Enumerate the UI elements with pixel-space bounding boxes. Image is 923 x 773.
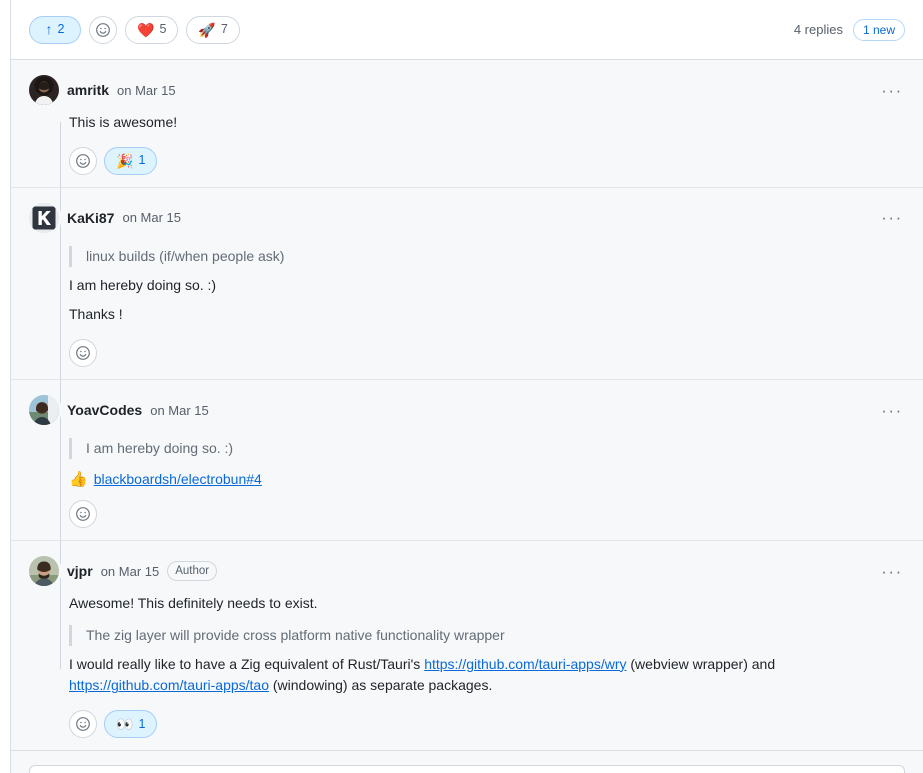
tada-count: 1 [138,153,146,168]
comment-blockquote: The zig layer will provide cross platfor… [69,624,905,646]
comment-body: I am hereby doing so. :) 👍 blackboardsh/… [69,426,905,529]
comment-date: on Mar 15 [100,563,160,579]
comment-menu-button[interactable]: ··· [879,397,905,423]
arrow-up-icon: ↑ [45,20,53,37]
comment-paragraph: I am hereby doing so. :) [69,276,217,293]
reaction-pill-group: ↑ 2 ❤️ 5 🚀 7 [29,15,240,44]
thread-reaction-bar: ↑ 2 ❤️ 5 🚀 7 4 replies 1 new [10,0,923,60]
heart-reaction-button[interactable]: ❤️ 5 [125,15,179,44]
eyes-reaction-button[interactable]: 👀 1 [104,710,158,739]
cross-reference-line: 👍 blackboardsh/electrobun#4 [69,471,905,487]
kaki87-avatar [29,202,59,233]
party-popper-emoji: 🎉 [116,152,134,169]
reply-composer-area [10,751,923,773]
comment-reactions: 👀 1 [69,710,905,739]
smiley-icon [75,716,91,732]
add-reaction-button[interactable] [69,339,97,368]
comment-author-name[interactable]: KaKi87 [67,210,114,226]
comment-item: KaKi87 on Mar 15 ··· linux builds (if/wh… [11,188,923,381]
comment-rich-paragraph: I would really like to have a Zig equiva… [69,654,905,697]
heart-emoji: ❤️ [137,21,155,38]
eyes-count: 1 [138,716,146,731]
new-replies-badge[interactable]: 1 new [852,18,905,41]
comment-body: Awesome! This definitely needs to exist.… [69,587,905,739]
paragraph-text-pre: I would really like to have a Zig equiva… [69,655,425,672]
avatar[interactable] [29,75,59,105]
comment-reactions [69,500,905,529]
tao-repo-link[interactable]: https://github.com/tauri-apps/tao [69,677,269,693]
comment-blockquote: I am hereby doing so. :) [69,438,905,460]
upvote-reaction-button[interactable]: ↑ 2 [29,15,81,44]
comment-header: vjpr on Mar 15 Author ··· [29,555,905,587]
vjpr-avatar [29,556,59,587]
add-reaction-button[interactable] [69,146,97,175]
paragraph-text-post: (windowing) as separate packages. [269,677,493,694]
add-reaction-button[interactable] [89,15,117,44]
comment-menu-button[interactable]: ··· [879,205,905,231]
wry-repo-link[interactable]: https://github.com/tauri-apps/wry [424,656,626,672]
comment-reactions: 🎉 1 [69,146,905,175]
cross-reference-link[interactable]: blackboardsh/electrobun#4 [94,471,262,487]
smiley-icon [95,22,111,38]
comment-body: linux builds (if/when people ask) I am h… [69,234,905,368]
eyes-emoji: 👀 [116,716,134,733]
comment-item: amritk on Mar 15 ··· This is awesome! 🎉 … [11,60,923,188]
comment-list: amritk on Mar 15 ··· This is awesome! 🎉 … [10,60,923,752]
thumbs-up-emoji: 👍 [69,470,88,488]
comment-paragraph: This is awesome! [69,114,178,130]
discussion-thread-panel: ↑ 2 ❤️ 5 🚀 7 4 replies 1 new amritk on M… [0,0,923,773]
add-reaction-button[interactable] [69,710,97,739]
smiley-icon [75,153,91,169]
comment-menu-button[interactable]: ··· [879,77,905,103]
comment-date: on Mar 15 [117,82,176,98]
replies-count-label: 4 replies [793,22,843,37]
upvote-count: 2 [57,22,65,37]
avatar[interactable] [29,395,59,426]
comment-item: vjpr on Mar 15 Author ··· Awesome! This … [11,541,923,752]
comment-date: on Mar 15 [122,210,182,226]
avatar[interactable] [29,556,59,587]
author-badge: Author [167,561,218,582]
comment-author-name[interactable]: vjpr [67,563,93,579]
reply-composer[interactable] [29,765,905,773]
rocket-count: 7 [220,22,228,37]
comment-paragraph: Thanks ! [69,306,123,323]
comment-paragraph: Awesome! This definitely needs to exist. [69,595,318,612]
heart-count: 5 [159,22,167,37]
tada-reaction-button[interactable]: 🎉 1 [104,146,158,175]
paragraph-text-mid: (webview wrapper) and [626,655,776,672]
comment-author-name[interactable]: amritk [67,82,109,98]
comment-item: YoavCodes on Mar 15 ··· I am hereby doin… [11,380,923,542]
comment-blockquote: linux builds (if/when people ask) [69,245,905,267]
comment-date: on Mar 15 [150,402,209,418]
yoavcodes-avatar [29,395,59,426]
rocket-emoji: 🚀 [198,21,216,38]
add-reaction-button[interactable] [69,500,97,529]
comment-menu-button[interactable]: ··· [879,558,905,584]
thread-meta: 4 replies 1 new [793,18,905,41]
rocket-reaction-button[interactable]: 🚀 7 [186,15,240,44]
comment-header: amritk on Mar 15 ··· [29,74,905,106]
amritk-avatar [29,75,59,105]
comment-body: This is awesome! 🎉 1 [69,106,905,175]
comment-author-name[interactable]: YoavCodes [67,402,142,418]
comment-reactions [69,339,905,368]
comment-header: KaKi87 on Mar 15 ··· [29,202,905,234]
smiley-icon [75,506,91,522]
comment-header: YoavCodes on Mar 15 ··· [29,394,905,426]
avatar[interactable] [29,202,59,233]
smiley-icon [75,345,91,361]
